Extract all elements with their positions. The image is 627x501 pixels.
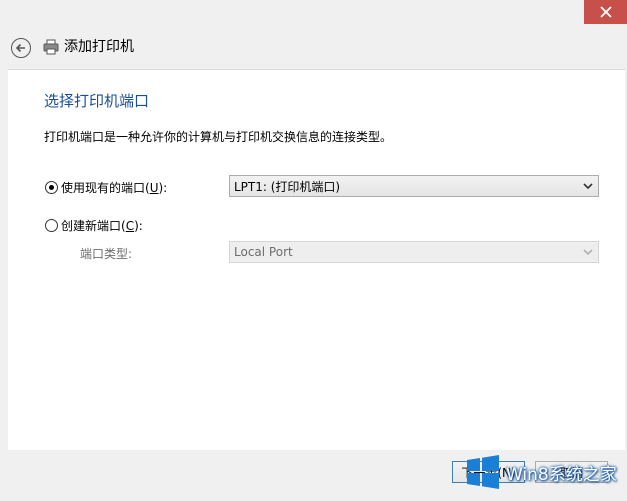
windows-logo-icon xyxy=(467,455,499,489)
printer-icon xyxy=(43,39,59,55)
description-text: 打印机端口是一种允许你的计算机与打印机交换信息的连接类型。 xyxy=(44,130,393,144)
close-button[interactable] xyxy=(584,0,627,24)
existing-port-dropdown[interactable]: LPT1: (打印机端口) xyxy=(229,175,599,197)
port-type-dropdown[interactable]: Local Port xyxy=(229,241,599,263)
radio-button-selected[interactable] xyxy=(45,181,58,194)
close-icon xyxy=(599,6,612,18)
chevron-down-icon xyxy=(583,183,593,190)
use-existing-port-label: 使用现有的端口(U): xyxy=(61,181,168,195)
create-new-port-label: 创建新端口(C): xyxy=(61,219,143,233)
watermark: Win8系统之家 xyxy=(466,452,627,492)
back-arrow-icon xyxy=(15,43,25,53)
wizard-content: 选择打印机端口 打印机端口是一种允许你的计算机与打印机交换信息的连接类型。 使用… xyxy=(8,69,625,451)
existing-port-value: LPT1: (打印机端口) xyxy=(234,179,341,194)
back-button[interactable] xyxy=(11,38,31,58)
watermark-text: Win8系统之家 xyxy=(506,464,617,485)
port-type-label: 端口类型: xyxy=(80,247,133,261)
section-title: 选择打印机端口 xyxy=(44,92,150,110)
page-title: 添加打印机 xyxy=(64,39,134,55)
chevron-down-icon xyxy=(583,249,593,256)
use-existing-port-radio[interactable]: 使用现有的端口(U): xyxy=(45,179,167,196)
wizard-header: 添加打印机 xyxy=(0,30,627,64)
create-new-port-radio[interactable]: 创建新端口(C): xyxy=(45,217,143,234)
add-printer-window: 添加打印机 选择打印机端口 打印机端口是一种允许你的计算机与打印机交换信息的连接… xyxy=(0,0,627,501)
port-type-value: Local Port xyxy=(234,245,293,259)
radio-button-unselected[interactable] xyxy=(45,219,58,232)
